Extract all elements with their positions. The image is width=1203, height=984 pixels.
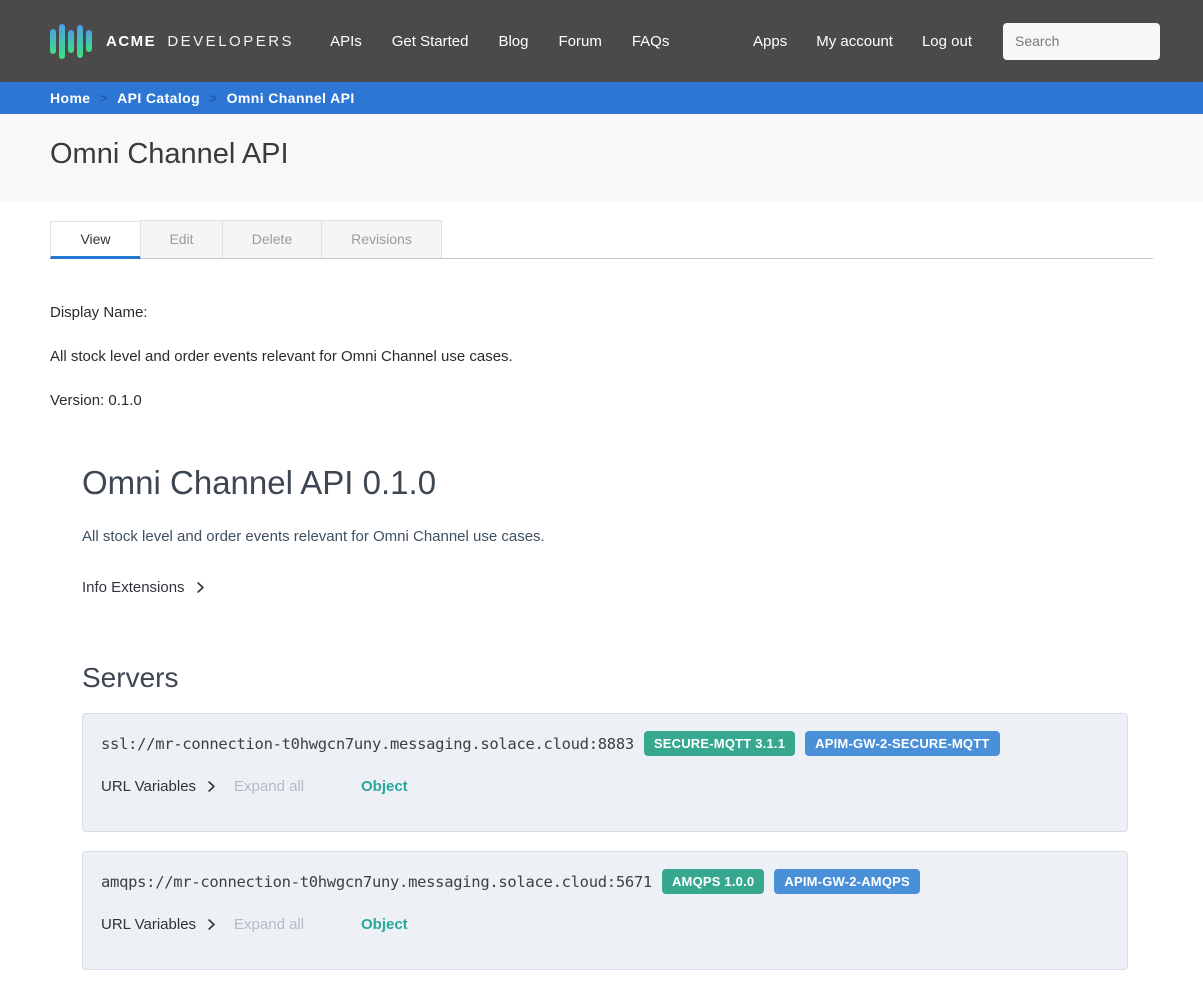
nav-link-faqs[interactable]: FAQs (632, 33, 670, 50)
server-url-row: amqps://mr-connection-t0hwgcn7uny.messag… (101, 869, 1109, 894)
top-navbar: ACME DEVELOPERS APIs Get Started Blog Fo… (0, 0, 1203, 82)
gateway-badge: APIM-GW-2-SECURE-MQTT (805, 731, 999, 756)
equalizer-bar (86, 30, 92, 52)
equalizer-bar (77, 25, 83, 58)
equalizer-bar (50, 29, 56, 54)
tab-view[interactable]: View (50, 221, 141, 259)
server-meta-row: URL Variables Expand all Object (101, 916, 1109, 933)
url-variables-label: URL Variables (101, 916, 196, 933)
nav-link-apis[interactable]: APIs (330, 33, 362, 50)
api-doc-description: All stock level and order events relevan… (82, 528, 1153, 545)
info-extensions-label: Info Extensions (82, 579, 185, 596)
chevron-right-icon (205, 918, 218, 931)
chevron-right-icon (205, 780, 218, 793)
search-input[interactable] (1003, 23, 1160, 60)
brand-logo[interactable]: ACME DEVELOPERS (50, 24, 294, 59)
gateway-badge: APIM-GW-2-AMQPS (774, 869, 920, 894)
nav-link-apps[interactable]: Apps (753, 33, 787, 50)
info-extensions-toggle[interactable]: Info Extensions (82, 579, 1153, 596)
tab-edit[interactable]: Edit (140, 220, 223, 258)
breadcrumb-api-catalog[interactable]: API Catalog (117, 90, 200, 106)
equalizer-bars-icon (50, 24, 92, 59)
tab-bar: View Edit Delete Revisions (50, 220, 1153, 259)
nav-link-get-started[interactable]: Get Started (392, 33, 469, 50)
brand-name: ACME DEVELOPERS (106, 33, 294, 50)
api-details: Display Name: All stock level and order … (50, 305, 1153, 409)
brand-name-bold: ACME (106, 33, 156, 50)
api-doc-title: Omni Channel API 0.1.0 (82, 464, 1153, 502)
equalizer-bar (59, 24, 65, 59)
protocol-badge: SECURE-MQTT 3.1.1 (644, 731, 795, 756)
tab-delete[interactable]: Delete (222, 220, 322, 258)
api-description: All stock level and order events relevan… (50, 349, 1153, 365)
nav-link-log-out[interactable]: Log out (922, 33, 972, 50)
chevron-right-icon (194, 581, 207, 594)
server-meta-row: URL Variables Expand all Object (101, 778, 1109, 795)
nav-link-my-account[interactable]: My account (816, 33, 893, 50)
tab-revisions[interactable]: Revisions (321, 220, 442, 258)
object-type-link[interactable]: Object (361, 778, 408, 795)
display-name-label: Display Name: (50, 305, 1153, 321)
page-title-band: Omni Channel API (0, 114, 1203, 202)
primary-nav: APIs Get Started Blog Forum FAQs (330, 33, 669, 50)
servers-heading: Servers (82, 662, 1153, 694)
expand-all-link[interactable]: Expand all (234, 916, 304, 933)
breadcrumb-separator: > (100, 90, 109, 106)
api-version: Version: 0.1.0 (50, 393, 1153, 409)
server-card: amqps://mr-connection-t0hwgcn7uny.messag… (82, 851, 1128, 970)
url-variables-toggle[interactable]: URL Variables Expand all (101, 916, 361, 933)
nav-link-forum[interactable]: Forum (559, 33, 602, 50)
equalizer-bar (68, 30, 74, 53)
tabs-container: View Edit Delete Revisions (50, 220, 1153, 259)
server-url-row: ssl://mr-connection-t0hwgcn7uny.messagin… (101, 731, 1109, 756)
url-variables-label: URL Variables (101, 778, 196, 795)
server-url: amqps://mr-connection-t0hwgcn7uny.messag… (101, 873, 652, 891)
nav-link-blog[interactable]: Blog (498, 33, 528, 50)
api-doc-section: Omni Channel API 0.1.0 All stock level a… (82, 464, 1153, 970)
breadcrumb: Home > API Catalog > Omni Channel API (0, 82, 1203, 114)
account-nav: Apps My account Log out (753, 33, 972, 50)
server-url: ssl://mr-connection-t0hwgcn7uny.messagin… (101, 735, 634, 753)
object-type-link[interactable]: Object (361, 916, 408, 933)
breadcrumb-separator: > (209, 90, 218, 106)
breadcrumb-home[interactable]: Home (50, 90, 91, 106)
url-variables-toggle[interactable]: URL Variables Expand all (101, 778, 361, 795)
expand-all-link[interactable]: Expand all (234, 778, 304, 795)
protocol-badge: AMQPS 1.0.0 (662, 869, 764, 894)
page-title: Omni Channel API (50, 138, 1203, 171)
brand-name-light: DEVELOPERS (167, 33, 294, 50)
breadcrumb-current-page: Omni Channel API (227, 90, 355, 106)
server-card: ssl://mr-connection-t0hwgcn7uny.messagin… (82, 713, 1128, 832)
